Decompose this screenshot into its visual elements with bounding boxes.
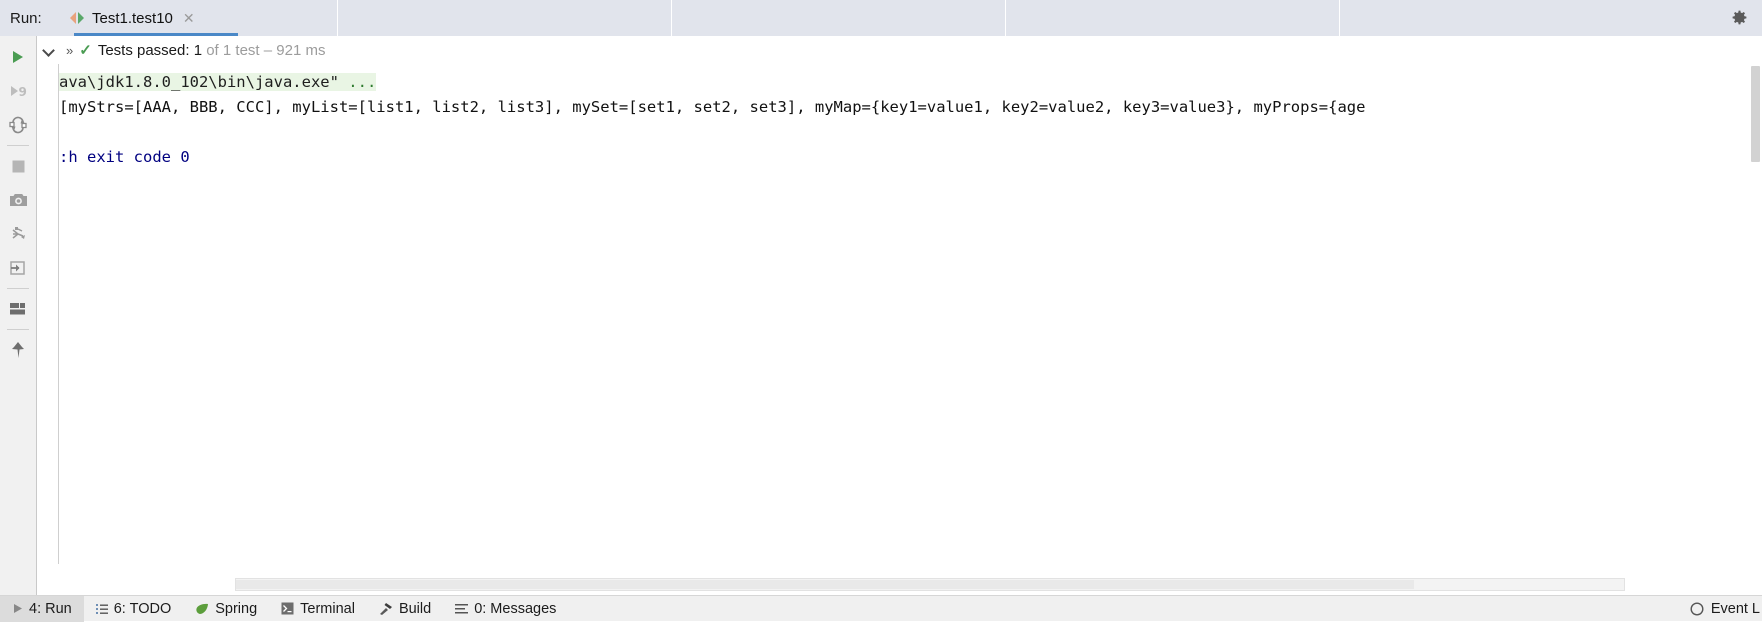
rerun-failed-tests-button[interactable]: 9 bbox=[3, 74, 33, 108]
messages-icon bbox=[455, 603, 469, 615]
terminal-icon bbox=[281, 602, 294, 615]
list-icon bbox=[95, 603, 108, 615]
tests-passed-detail: of 1 test – 921 ms bbox=[206, 41, 326, 59]
status-run[interactable]: 4: Run bbox=[0, 595, 84, 622]
tests-passed-label: Tests passed: bbox=[97, 41, 190, 59]
debug-coverage-button[interactable] bbox=[3, 217, 33, 251]
stop-square-icon bbox=[12, 160, 24, 172]
status-run-label: 4: Run bbox=[29, 600, 72, 617]
status-build-label: Build bbox=[398, 600, 432, 617]
tabstrip-slot-3 bbox=[1006, 0, 1340, 36]
debug-bug-icon bbox=[12, 227, 25, 239]
gear-icon bbox=[1732, 10, 1747, 24]
status-event-log-label: Event L bbox=[1710, 600, 1760, 617]
tab-test1-test10[interactable]: Test1.test10 ✕ bbox=[56, 0, 338, 36]
tabstrip-slot-2 bbox=[672, 0, 1006, 36]
run-configuration-icon bbox=[70, 11, 84, 25]
run-tool-window-label: Run: bbox=[0, 0, 56, 36]
console-line-output: [myStrs=[AAA, BBB, CCC], myList=[list1, … bbox=[59, 98, 1366, 116]
auto-test-icon bbox=[9, 116, 27, 134]
status-build[interactable]: Build bbox=[367, 596, 443, 622]
camera-icon bbox=[9, 194, 27, 206]
layout-grid-icon bbox=[10, 303, 25, 315]
vertical-scrollbar[interactable] bbox=[1749, 64, 1762, 564]
toolbar-separator-1 bbox=[7, 145, 29, 146]
rerun-button[interactable] bbox=[3, 40, 33, 74]
status-terminal[interactable]: Terminal bbox=[269, 596, 367, 622]
console-command-text: ava\jdk1.8.0_102\bin\java.exe" bbox=[59, 73, 349, 91]
toggle-auto-test-button[interactable] bbox=[3, 108, 33, 142]
export-screenshot-button[interactable] bbox=[3, 183, 33, 217]
console-text-area[interactable]: ava\jdk1.8.0_102\bin\java.exe" ... [mySt… bbox=[59, 64, 1748, 564]
test-status-header: » ✓ Tests passed: 1 of 1 test – 921 ms bbox=[37, 36, 1762, 64]
run-label-text: Run: bbox=[10, 9, 42, 27]
close-icon[interactable]: ✕ bbox=[183, 11, 195, 25]
layout-settings-button[interactable] bbox=[3, 292, 33, 326]
status-todo-label: 6: TODO bbox=[113, 600, 172, 617]
run-tool-window-tabstrip: Run: Test1.test10 ✕ bbox=[0, 0, 1762, 36]
status-spring[interactable]: Spring bbox=[183, 596, 269, 622]
vertical-scrollbar-thumb[interactable] bbox=[1751, 66, 1760, 162]
tab-title: Test1.test10 bbox=[92, 9, 173, 27]
console-gutter bbox=[37, 64, 59, 564]
status-terminal-label: Terminal bbox=[300, 600, 355, 617]
pin-icon bbox=[12, 342, 24, 358]
run-toolbar: 9 bbox=[0, 36, 37, 585]
toolbar-separator-3 bbox=[7, 329, 29, 330]
status-todo[interactable]: 6: TODO bbox=[84, 596, 183, 622]
circle-icon bbox=[1690, 601, 1704, 616]
status-messages-label: 0: Messages bbox=[474, 600, 557, 617]
status-spring-label: Spring bbox=[215, 600, 258, 617]
svg-text:9: 9 bbox=[19, 85, 27, 99]
leaf-icon bbox=[195, 603, 209, 615]
check-mark-icon: ✓ bbox=[79, 42, 92, 59]
export-arrow-icon bbox=[10, 261, 25, 275]
tabstrip-slot-1 bbox=[338, 0, 672, 36]
status-messages[interactable]: 0: Messages bbox=[443, 596, 568, 622]
console-line-command: ava\jdk1.8.0_102\bin\java.exe" ... bbox=[59, 70, 1748, 95]
chevron-down-icon bbox=[42, 43, 56, 57]
tests-passed-count: 1 bbox=[193, 41, 203, 59]
status-event-log[interactable]: Event L bbox=[1690, 601, 1762, 617]
tabstrip-slot-4 bbox=[1340, 0, 1762, 36]
console-line-exit-code: :h exit code 0 bbox=[59, 148, 190, 166]
status-bar: 4: Run 6: TODO Spring Terminal Build 0: … bbox=[0, 595, 1762, 622]
scroll-to-end-icon[interactable]: » bbox=[66, 43, 73, 58]
play-icon bbox=[12, 603, 23, 614]
stop-button[interactable] bbox=[3, 149, 33, 183]
export-test-results-button[interactable] bbox=[3, 251, 33, 285]
settings-button[interactable] bbox=[1731, 0, 1748, 36]
rerun-failed-icon: 9 bbox=[11, 85, 27, 99]
console-output-panel[interactable]: ava\jdk1.8.0_102\bin\java.exe" ... [mySt… bbox=[37, 64, 1762, 564]
toolbar-separator-2 bbox=[7, 288, 29, 289]
horizontal-scrollbar[interactable] bbox=[235, 578, 1625, 591]
hammer-icon bbox=[379, 602, 393, 615]
horizontal-scrollbar-thumb[interactable] bbox=[236, 580, 1414, 589]
pin-tab-button[interactable] bbox=[3, 333, 33, 367]
play-icon bbox=[13, 51, 23, 63]
console-command-ellipsis[interactable]: ... bbox=[348, 73, 376, 91]
expand-collapse-toggle[interactable] bbox=[38, 43, 60, 57]
